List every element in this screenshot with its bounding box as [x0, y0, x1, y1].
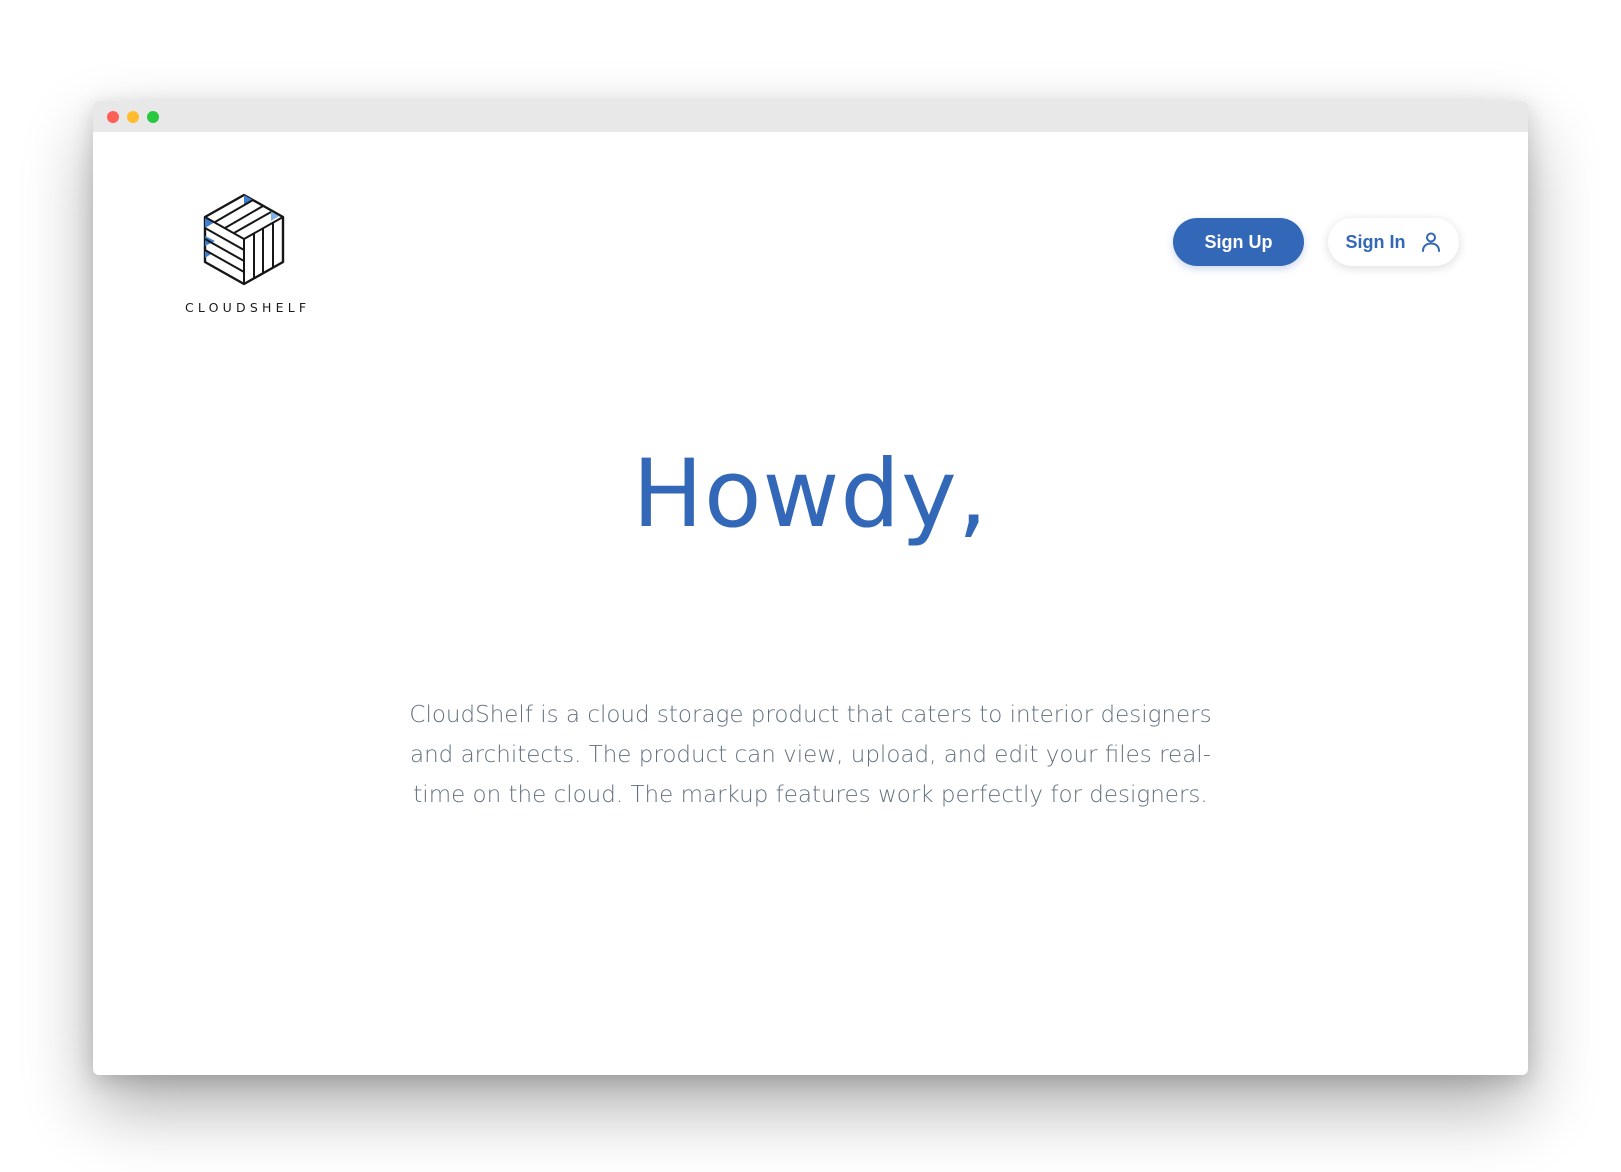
- cube-logo-icon: [203, 193, 285, 286]
- user-icon: [1421, 232, 1440, 252]
- sign-in-button[interactable]: Sign In: [1328, 218, 1459, 266]
- hero-description: CloudShelf is a cloud storage product th…: [409, 702, 1212, 808]
- brand-wordmark: CLOUDSHELF: [185, 300, 311, 315]
- zoom-window-button[interactable]: [147, 111, 159, 123]
- window-titlebar: [93, 101, 1528, 132]
- sign-in-label: Sign In: [1345, 231, 1406, 252]
- close-window-button[interactable]: [107, 111, 119, 123]
- sign-up-button[interactable]: Sign Up: [1173, 218, 1304, 266]
- sign-up-label: Sign Up: [1204, 231, 1273, 252]
- minimize-window-button[interactable]: [127, 111, 139, 123]
- page-backdrop: CLOUDSHELF Sign Up Sign In Howdy, CloudS…: [0, 0, 1621, 1172]
- hero-headline: Howdy,: [632, 440, 989, 549]
- brand-logo[interactable]: CLOUDSHELF: [181, 192, 307, 315]
- browser-window: CLOUDSHELF Sign Up Sign In Howdy, CloudS…: [93, 101, 1528, 1075]
